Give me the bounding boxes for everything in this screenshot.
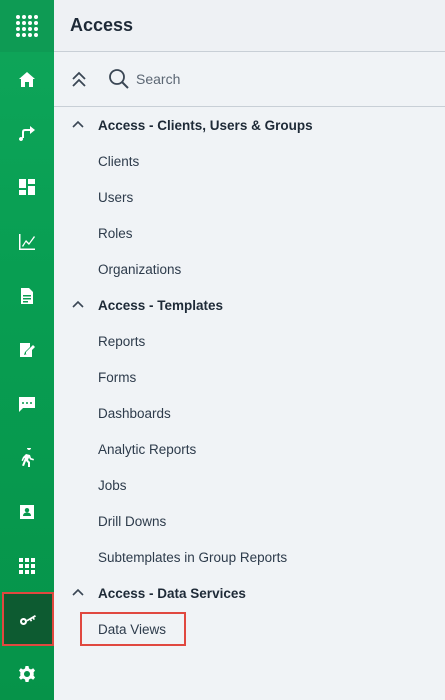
- document-icon: [21, 288, 33, 304]
- rail-dashboards-button[interactable]: [0, 169, 54, 205]
- tree-item-analytic-reports[interactable]: Analytic Reports: [54, 431, 445, 467]
- panel-header: Access: [54, 0, 445, 52]
- form-edit-icon: [20, 343, 35, 357]
- tree-item-label: Clients: [98, 153, 140, 169]
- apps-grid-icon: [19, 558, 35, 574]
- tree-item-label: Jobs: [98, 477, 127, 493]
- collapse-all-icon[interactable]: [70, 70, 88, 90]
- grid-dots-icon: [16, 15, 38, 37]
- tree-item-drill-downs[interactable]: Drill Downs: [54, 503, 445, 539]
- rail-apps-button[interactable]: [0, 548, 54, 584]
- tree-item-clients[interactable]: Clients: [54, 143, 445, 179]
- workflow-icon: [19, 126, 35, 141]
- group-data-services[interactable]: Access - Data Services: [54, 575, 445, 611]
- tree-item-label: Forms: [98, 369, 137, 385]
- group-label: Access - Templates: [98, 297, 224, 313]
- rail-analytics-button[interactable]: [0, 224, 54, 260]
- line-chart-icon: [19, 234, 35, 250]
- app-rail: [0, 0, 54, 700]
- contact-card-icon: [20, 505, 34, 519]
- group-templates[interactable]: Access - Templates: [54, 287, 445, 323]
- tree-item-label: Roles: [98, 225, 133, 241]
- rail-settings-button[interactable]: [0, 656, 54, 692]
- rail-contacts-button[interactable]: [0, 494, 54, 530]
- chevron-up-icon: [72, 588, 84, 596]
- tree-item-label: Subtemplates in Group Reports: [98, 549, 288, 565]
- rail-access-button[interactable]: [2, 592, 54, 646]
- chevron-up-icon: [72, 120, 84, 128]
- tree-item-label: Data Views: [98, 621, 167, 637]
- rail-messages-button[interactable]: [0, 386, 54, 422]
- rail-workflow-button[interactable]: [0, 115, 54, 151]
- gear-icon: [19, 666, 35, 682]
- tree-item-data-views[interactable]: Data Views: [54, 611, 445, 647]
- page-title: Access: [70, 15, 134, 35]
- tree-item-label: Reports: [98, 333, 146, 349]
- rail-forms-button[interactable]: [0, 332, 54, 368]
- tree-item-label: Analytic Reports: [98, 441, 197, 457]
- tree-item-subtemplates[interactable]: Subtemplates in Group Reports: [54, 539, 445, 575]
- app-launcher-button[interactable]: [0, 0, 54, 52]
- chat-icon: [19, 397, 35, 412]
- tree-item-forms[interactable]: Forms: [54, 359, 445, 395]
- group-label: Access - Data Services: [98, 585, 246, 601]
- group-label: Access - Clients, Users & Groups: [98, 117, 313, 133]
- tree-item-users[interactable]: Users: [54, 179, 445, 215]
- runner-icon: [21, 448, 34, 467]
- tree-item-organizations[interactable]: Organizations: [54, 251, 445, 287]
- tree-item-reports[interactable]: Reports: [54, 323, 445, 359]
- tree-item-jobs[interactable]: Jobs: [54, 467, 445, 503]
- rail-jobs-button[interactable]: [0, 440, 54, 476]
- tree-item-label: Drill Downs: [98, 513, 167, 529]
- search-input[interactable]: [136, 68, 336, 90]
- group-clients-users-groups[interactable]: Access - Clients, Users & Groups: [54, 107, 445, 143]
- search-icon: [109, 69, 129, 89]
- rail-home-button[interactable]: [0, 62, 54, 98]
- tree-item-dashboards[interactable]: Dashboards: [54, 395, 445, 431]
- rail-reports-button[interactable]: [0, 278, 54, 314]
- home-icon: [19, 72, 35, 87]
- key-icon: [20, 615, 36, 625]
- search-bar: [54, 52, 445, 107]
- tree-item-roles[interactable]: Roles: [54, 215, 445, 251]
- chevron-up-icon: [72, 300, 84, 308]
- dashboard-icon: [19, 179, 35, 195]
- tree-item-label: Dashboards: [98, 405, 171, 421]
- tree-item-label: Organizations: [98, 261, 182, 277]
- tree-item-label: Users: [98, 189, 134, 205]
